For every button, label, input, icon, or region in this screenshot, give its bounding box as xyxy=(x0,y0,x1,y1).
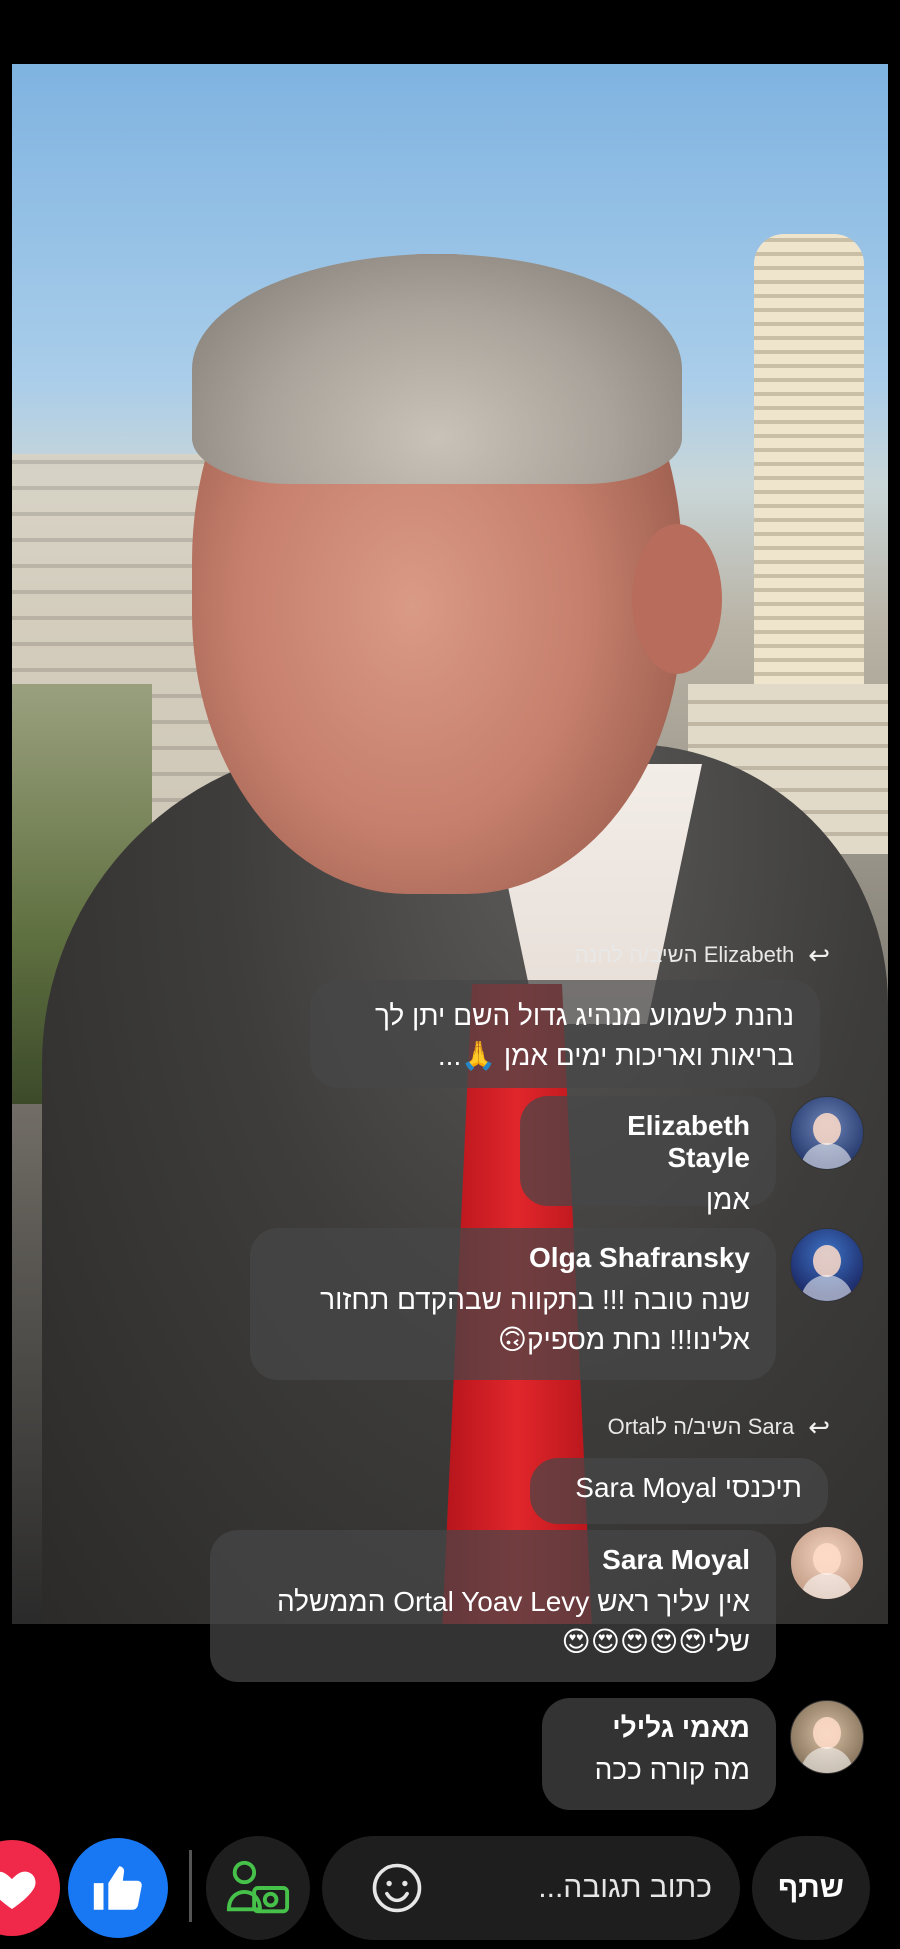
avatar[interactable] xyxy=(790,1526,864,1600)
avatar[interactable] xyxy=(790,1228,864,1302)
comment-bubble[interactable]: נהנת לשמוע מנהיג גדול השם יתן לך בריאות … xyxy=(310,980,820,1088)
comment-author[interactable]: Olga Shafransky xyxy=(276,1242,750,1274)
emoji-icon[interactable] xyxy=(370,1861,424,1915)
person-ear xyxy=(632,524,722,674)
comment-text: מה קורה ככה xyxy=(594,1754,750,1785)
reply-text: השיב/ה לחנה Elizabeth xyxy=(574,942,795,967)
tower-building xyxy=(754,234,864,714)
live-video[interactable] xyxy=(12,64,888,1624)
reply-arrow-icon: ↩ xyxy=(808,1411,830,1442)
comment-input[interactable]: כתוב תגובה... xyxy=(322,1836,740,1940)
comment-text: אין עליך ראש Ortal Yoav Levy הממשלה שלי😍… xyxy=(277,1586,750,1657)
comment-bubble[interactable]: מאמי גלילי מה קורה ככה xyxy=(542,1698,776,1810)
comment-input-placeholder: כתוב תגובה... xyxy=(538,1871,712,1904)
camera-button[interactable] xyxy=(206,1836,310,1940)
comment-text: תיכנסי Sara Moyal xyxy=(575,1472,802,1503)
comment-bubble[interactable]: Olga Shafransky שנה טובה !!! בתקווה שבהק… xyxy=(250,1228,776,1380)
comment-bubble[interactable]: Elizabeth Stayle אמן xyxy=(520,1096,776,1215)
comment-text: אמן xyxy=(705,1184,750,1215)
comment-text: שנה טובה !!! בתקווה שבהקדם תחזור אלינו!!… xyxy=(320,1284,750,1355)
avatar[interactable] xyxy=(790,1096,864,1170)
love-reaction-button[interactable] xyxy=(0,1840,60,1936)
reply-indicator[interactable]: השיב/ה לחנה Elizabeth ↩ xyxy=(575,938,830,972)
comment-author[interactable]: מאמי גלילי xyxy=(568,1712,750,1744)
reply-text: Ortalהשיב/ה ל Sara xyxy=(607,1414,795,1439)
love-reaction-icon xyxy=(0,1871,36,1909)
camera-person-icon xyxy=(226,1860,290,1914)
comment-author[interactable]: Elizabeth Stayle xyxy=(546,1110,750,1174)
comment-author[interactable]: Sara Moyal xyxy=(236,1544,750,1576)
comment-bubble[interactable]: Sara Moyal אין עליך ראש Ortal Yoav Levy … xyxy=(210,1530,776,1682)
comment-text: נהנת לשמוע מנהיג גדול השם יתן לך בריאות … xyxy=(374,1000,794,1071)
bottom-action-bar: כתוב תגובה... שתף xyxy=(0,1830,900,1940)
reply-arrow-icon: ↩ xyxy=(808,939,830,970)
reply-indicator[interactable]: Ortalהשיב/ה ל Sara ↩ xyxy=(608,1410,830,1444)
person-hair xyxy=(192,254,682,484)
avatar[interactable] xyxy=(790,1700,864,1774)
divider xyxy=(189,1850,192,1922)
share-button[interactable]: שתף xyxy=(752,1836,870,1940)
comment-bubble[interactable]: תיכנסי Sara Moyal xyxy=(530,1458,828,1524)
like-reaction-button[interactable] xyxy=(68,1838,168,1938)
like-reaction-icon xyxy=(93,1866,142,1910)
